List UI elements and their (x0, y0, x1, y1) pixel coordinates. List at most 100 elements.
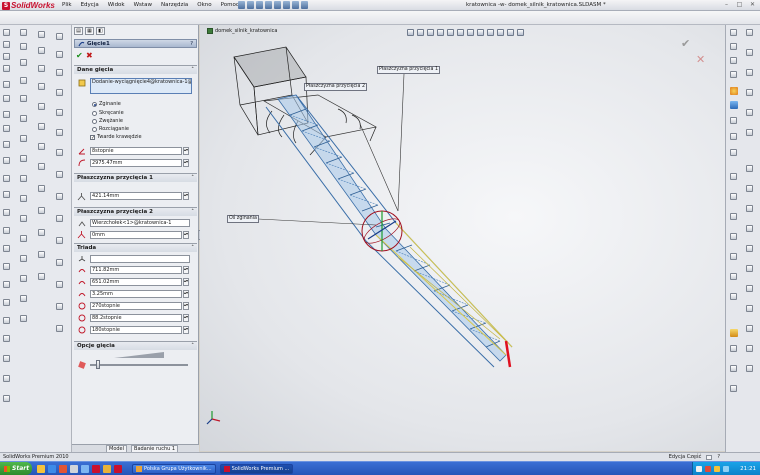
tool-icon-27[interactable] (20, 77, 27, 84)
rebuild-status-icon[interactable] (706, 454, 713, 460)
quicklaunch-app-5-icon[interactable] (81, 464, 89, 473)
tool-icon-66[interactable] (56, 303, 63, 310)
radius-spinner[interactable]: ▴▾ (183, 158, 189, 167)
tool-icon-54[interactable] (56, 51, 63, 58)
tool-icon-42[interactable] (38, 65, 45, 72)
tool-icon-61[interactable] (56, 193, 63, 200)
option-bending[interactable]: Zginanie (92, 101, 121, 107)
tool-icon-14[interactable] (3, 227, 10, 234)
tool-icon-35[interactable] (20, 235, 27, 242)
accuracy-slider-handle[interactable] (96, 360, 100, 369)
menu-item-narzedzia[interactable]: Narzędzia (161, 2, 188, 8)
tool-icon-9[interactable] (3, 141, 10, 148)
collapse-icon[interactable]: ˄ (191, 67, 194, 73)
taskpane-tool-25-icon[interactable] (746, 185, 753, 192)
cancel-icon[interactable]: ✖ (86, 51, 93, 60)
tool-icon-28[interactable] (20, 95, 27, 102)
tool-icon-17[interactable] (3, 281, 10, 288)
apply-scene-icon[interactable] (487, 29, 494, 36)
tool-icon-49[interactable] (38, 207, 45, 214)
menu-item-wstaw[interactable]: Wstaw (134, 2, 152, 8)
collapse-icon[interactable]: ˄ (191, 209, 194, 215)
collapse-icon[interactable]: ˄ (191, 245, 194, 251)
close-icon[interactable]: ✕ (748, 1, 757, 9)
quicklaunch-app-6-icon[interactable] (92, 464, 100, 473)
tool-icon-2[interactable] (3, 41, 10, 48)
taskpane-tool-33-icon[interactable] (746, 345, 753, 352)
taskpane-tool-21-icon[interactable] (746, 89, 753, 96)
quicklaunch-app-3-icon[interactable] (59, 464, 67, 473)
previous-view-icon[interactable] (427, 29, 434, 36)
menu-item-plik[interactable]: Plik (62, 2, 72, 8)
hide-show-icon[interactable] (467, 29, 474, 36)
trim-plane-2-reference-field[interactable]: Wierzchołek<1>@kratownica-1 (90, 218, 190, 227)
triad-selection-field[interactable] (90, 254, 190, 263)
taskpane-tool-31-icon[interactable] (746, 305, 753, 312)
taskpane-tool-22-icon[interactable] (746, 109, 753, 116)
triad-x-field[interactable]: 711.82mm (90, 265, 182, 274)
radio-bending[interactable] (92, 101, 97, 107)
tool-icon-23[interactable] (3, 395, 10, 402)
tool-icon-57[interactable] (56, 109, 63, 116)
save-icon[interactable] (256, 1, 263, 9)
group-trim-plane-1-header[interactable]: Płaszczyzna przycięcia 1 ˄ (74, 174, 197, 182)
tool-icon-34[interactable] (20, 215, 27, 222)
group-trim-plane-2-header[interactable]: Płaszczyzna przycięcia 2 ˄ (74, 208, 197, 216)
taskpane-tool-20-icon[interactable] (746, 69, 753, 76)
taskpane-tool-23-icon[interactable] (746, 129, 753, 136)
tool-icon-6[interactable] (3, 95, 10, 102)
group-triad-header[interactable]: Triada ˄ (74, 244, 197, 252)
triad-rot-z-field[interactable]: 180stopnie (90, 325, 182, 334)
triad-y-field[interactable]: 651.02mm (90, 277, 182, 286)
tool-icon-16[interactable] (3, 263, 10, 270)
tool-icon-43[interactable] (38, 83, 45, 90)
tool-icon-41[interactable] (38, 47, 45, 54)
accuracy-slider-track[interactable] (90, 364, 188, 366)
tool-icon-62[interactable] (56, 215, 63, 222)
tool-icon-11[interactable] (3, 175, 10, 182)
minimize-icon[interactable]: – (722, 1, 731, 9)
taskpane-tool-14-icon[interactable] (730, 293, 737, 300)
angle-field[interactable]: 8stopnie (90, 146, 182, 155)
new-icon[interactable] (238, 1, 245, 9)
tool-icon-56[interactable] (56, 89, 63, 96)
radio-tapering[interactable] (92, 118, 97, 124)
undo-icon[interactable] (274, 1, 281, 9)
rebuild-icon[interactable] (292, 1, 299, 9)
tool-icon-36[interactable] (20, 255, 27, 262)
quicklaunch-app-4-icon[interactable] (70, 464, 78, 473)
quicklaunch-app-2-icon[interactable] (48, 464, 56, 473)
print-icon[interactable] (265, 1, 272, 9)
tray-icon-3[interactable] (714, 466, 720, 472)
menu-item-pomoc[interactable]: Pomoc (221, 2, 239, 8)
tool-icon-19[interactable] (3, 317, 10, 324)
tool-icon-45[interactable] (38, 123, 45, 130)
triad-z-spinner[interactable]: ▴▾ (183, 289, 189, 298)
taskpane-tool-19-icon[interactable] (746, 49, 753, 56)
tool-icon-47[interactable] (38, 163, 45, 170)
triad-rot-x-spinner[interactable]: ▴▾ (183, 301, 189, 310)
confirmation-cancel-icon[interactable]: ✕ (696, 53, 705, 66)
taskpane-tool-28-icon[interactable] (746, 245, 753, 252)
resources-icon[interactable] (730, 87, 738, 95)
taskbar-button-solidworks[interactable]: SolidWorks Premium ... (219, 463, 294, 474)
taskpane-tool-30-icon[interactable] (746, 285, 753, 292)
taskpane-tool-6-icon[interactable] (730, 133, 737, 140)
graphics-area[interactable]: Płaszczyzna przycięcia 2 Płaszczyzna prz… (200, 25, 725, 451)
tool-icon-65[interactable] (56, 281, 63, 288)
taskpane-tool-13-icon[interactable] (730, 273, 737, 280)
group-bend-data-header[interactable]: Dane gięcia ˄ (74, 66, 197, 74)
tool-icon-53[interactable] (56, 33, 63, 40)
section-view-icon[interactable] (437, 29, 444, 36)
trim-plane-1-spinner[interactable]: ▴▾ (183, 192, 189, 200)
tool-icon-39[interactable] (20, 315, 27, 322)
tool-icon-8[interactable] (3, 125, 10, 132)
taskpane-tool-9-icon[interactable] (730, 193, 737, 200)
bodies-selection-list[interactable]: Dodanie-wyciągnięcie4@kratownica-1@domek (90, 78, 192, 94)
taskpane-tool-34-icon[interactable] (746, 365, 753, 372)
feature-tree-tab-icon[interactable]: ▤ (74, 27, 83, 35)
tool-icon-4[interactable] (3, 65, 10, 72)
taskpane-tool-27-icon[interactable] (746, 225, 753, 232)
tool-icon-44[interactable] (38, 103, 45, 110)
tool-icon-40[interactable] (38, 31, 45, 38)
